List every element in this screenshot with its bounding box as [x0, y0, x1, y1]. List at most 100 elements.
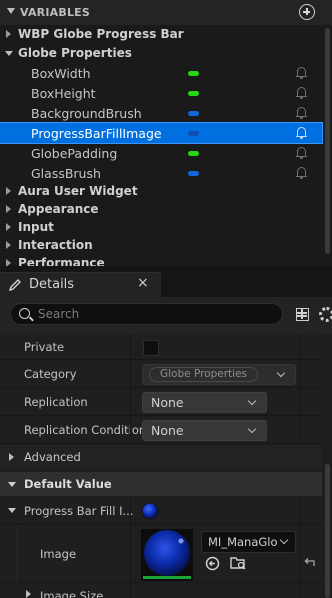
section-default-value[interactable]: Default Value [0, 472, 322, 496]
variable-name: BoxHeight [31, 86, 96, 101]
details-panel: Details × Private Category Globe Propert… [0, 270, 332, 598]
replication-bell-icon[interactable] [296, 66, 307, 79]
category-label: Input [18, 220, 54, 234]
variable-name: BoxWidth [31, 66, 91, 81]
search-box[interactable] [10, 303, 283, 325]
variable-name: GlassBrush [31, 166, 101, 181]
variable-name: GlobePadding [31, 146, 118, 161]
section-label: Advanced [24, 450, 81, 464]
expand-arrow-icon[interactable] [26, 590, 31, 598]
property-matrix-icon[interactable] [296, 308, 309, 321]
category-label: Appearance [18, 202, 99, 216]
type-pin-icon [188, 171, 199, 176]
category-label: Aura User Widget [18, 184, 138, 198]
replication-condition-dropdown[interactable]: None [142, 420, 267, 441]
category-chip: Globe Properties [149, 367, 259, 382]
category-input[interactable]: Input [0, 218, 322, 237]
add-variable-icon[interactable] [299, 4, 315, 20]
variable-row[interactable]: BoxWidth [0, 63, 322, 83]
tab-label: Details [29, 277, 75, 292]
chevron-down-icon [276, 368, 286, 378]
search-input[interactable] [38, 306, 268, 322]
chevron-down-icon [247, 424, 257, 434]
variables-title: VARIABLES [20, 6, 90, 19]
property-row-replication-condition: Replication Condition None [0, 416, 322, 444]
property-label: Progress Bar Fill I... [24, 504, 134, 518]
variables-scrollbar[interactable] [325, 28, 330, 254]
use-selected-asset-icon[interactable] [205, 556, 220, 571]
tab-details[interactable]: Details × [0, 272, 161, 297]
expand-arrow-icon[interactable] [6, 30, 11, 38]
variables-panel: VARIABLES WBP Globe Progress Bar Globe P… [0, 0, 332, 266]
property-label: Private [24, 340, 65, 354]
details-tab-bar: Details × [0, 270, 332, 297]
type-pin-icon [188, 131, 199, 136]
property-row-category: Category Globe Properties [0, 360, 322, 388]
reset-to-default-icon[interactable] [303, 556, 316, 568]
variable-name: BackgroundBrush [31, 106, 142, 121]
category-interaction[interactable]: Interaction [0, 236, 322, 255]
asset-thumbnail[interactable] [141, 529, 193, 581]
category-label: Globe Properties [18, 46, 132, 60]
section-advanced[interactable]: Advanced [0, 445, 322, 469]
replication-bell-icon[interactable] [296, 126, 307, 139]
variable-row-selected[interactable]: ProgressBarFillImage [0, 122, 323, 144]
category-label: Performance [18, 256, 105, 266]
details-scrollbar[interactable] [325, 464, 330, 598]
variable-row[interactable]: BoxHeight [0, 83, 322, 103]
search-row [0, 297, 332, 334]
category-appearance[interactable]: Appearance [0, 200, 322, 219]
variables-header[interactable]: VARIABLES [0, 0, 332, 25]
collapse-arrow-icon[interactable] [8, 482, 16, 487]
category-globe-properties[interactable]: Globe Properties [0, 44, 322, 63]
asset-name: MI_ManaGlo [208, 535, 278, 549]
category-wbp-globe-progress-bar[interactable]: WBP Globe Progress Bar [0, 25, 322, 44]
asset-picker-combo[interactable]: MI_ManaGlo [201, 531, 296, 553]
close-tab-icon[interactable]: × [137, 275, 149, 291]
variable-name: ProgressBarFillImage [31, 126, 162, 141]
variable-row[interactable]: GlobePadding [0, 143, 322, 163]
replication-bell-icon[interactable] [296, 106, 307, 119]
property-row-replication: Replication None [0, 388, 322, 416]
collapse-arrow-icon[interactable] [5, 51, 13, 56]
type-pin-icon [188, 91, 199, 96]
collapse-arrow-icon[interactable] [8, 508, 16, 513]
dropdown-value: None [151, 395, 184, 410]
replication-dropdown[interactable]: None [142, 392, 267, 413]
expand-arrow-icon[interactable] [6, 223, 11, 231]
property-label: Image Size [40, 589, 104, 598]
private-checkbox[interactable] [143, 340, 159, 356]
type-pin-icon [188, 111, 199, 116]
property-label: Replication Condition [24, 423, 147, 437]
property-row-image-size: Image Size [0, 583, 322, 598]
type-pin-icon [188, 151, 199, 156]
category-combo[interactable]: Globe Properties [142, 364, 296, 385]
section-label: Default Value [24, 477, 112, 491]
category-label: WBP Globe Progress Bar [18, 27, 184, 41]
replication-bell-icon[interactable] [296, 146, 307, 159]
expand-arrow-icon[interactable] [6, 205, 11, 213]
property-label: Replication [24, 395, 88, 409]
expand-arrow-icon[interactable] [6, 187, 11, 195]
property-row-private: Private [0, 334, 322, 360]
property-row-image: Image MI_ManaGlo [0, 525, 322, 583]
variable-row[interactable]: GlassBrush [0, 163, 322, 183]
replication-bell-icon[interactable] [296, 86, 307, 99]
settings-gear-icon[interactable] [319, 307, 332, 322]
expand-arrow-icon[interactable] [6, 241, 11, 249]
collapse-arrow-icon[interactable] [7, 8, 15, 14]
category-performance[interactable]: Performance [0, 254, 322, 266]
property-label: Category [24, 367, 77, 381]
dropdown-value: None [151, 423, 184, 438]
property-label: Image [40, 547, 77, 561]
property-row-progress-bar-fill-image: Progress Bar Fill I... [0, 497, 322, 525]
replication-bell-icon[interactable] [296, 166, 307, 179]
expand-arrow-icon[interactable] [9, 453, 14, 461]
chevron-down-icon [279, 535, 289, 545]
browse-asset-icon[interactable] [230, 555, 247, 571]
chevron-down-icon [247, 396, 257, 406]
variable-row[interactable]: BackgroundBrush [0, 103, 322, 123]
expand-arrow-icon[interactable] [6, 259, 11, 266]
category-aura-user-widget[interactable]: Aura User Widget [0, 182, 322, 201]
pencil-icon [8, 279, 21, 292]
